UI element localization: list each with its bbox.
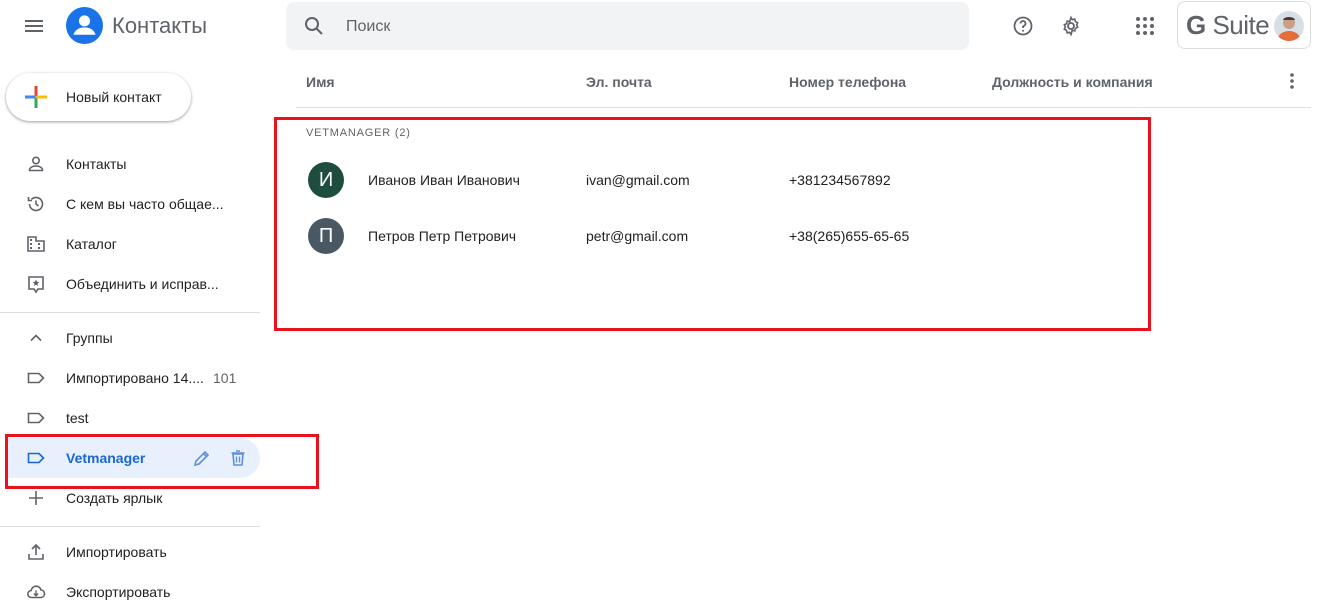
settings-gear-icon[interactable]	[1059, 14, 1083, 38]
sidebar-item-frequent[interactable]: С кем вы часто общае...	[0, 184, 260, 224]
contacts-logo-icon	[66, 7, 103, 44]
sidebar-label-name: Vetmanager	[66, 450, 146, 466]
contact-avatar: П	[308, 218, 344, 254]
sidebar-label-name: test	[66, 410, 89, 426]
label-icon	[27, 412, 45, 424]
column-header-name[interactable]: Имя	[306, 74, 335, 90]
column-header-phone[interactable]: Номер телефона	[789, 74, 906, 90]
sidebar-label-test[interactable]: test	[0, 398, 260, 438]
create-label-button[interactable]: Создать ярлык	[0, 478, 260, 518]
contact-email: petr@gmail.com	[586, 228, 689, 244]
directory-icon	[27, 236, 45, 252]
contact-row[interactable]: И Иванов Иван Иванович ivan@gmail.com +3…	[296, 152, 1156, 208]
header-divider	[296, 107, 1311, 108]
label-icon	[27, 452, 45, 464]
search-input[interactable]	[344, 2, 948, 52]
help-icon[interactable]	[1011, 14, 1035, 38]
user-avatar[interactable]	[1274, 11, 1304, 41]
colored-plus-icon	[25, 86, 47, 108]
more-vert-icon[interactable]	[1282, 71, 1302, 91]
apps-grid-icon[interactable]	[1133, 14, 1157, 38]
gsuite-logo: G Suite	[1186, 10, 1270, 40]
contact-phone: +38(265)655-65-65	[789, 228, 910, 244]
contact-avatar: И	[308, 162, 344, 198]
cloud-download-icon	[27, 585, 46, 599]
gsuite-account-button[interactable]: G Suite	[1177, 1, 1311, 49]
sidebar-divider	[0, 526, 260, 527]
sidebar-item-label: Экспортировать	[66, 584, 171, 600]
contact-name: Иванов Иван Иванович	[368, 172, 520, 188]
merge-fix-icon	[28, 276, 44, 294]
app-title: Контакты	[112, 13, 208, 38]
group-section-label: VETMANAGER (2)	[306, 127, 411, 139]
groups-header-toggle[interactable]: Группы	[0, 318, 260, 358]
sidebar-item-label: Контакты	[66, 156, 127, 172]
sidebar-label-count: 101	[213, 370, 237, 386]
contact-row[interactable]: П Петров Петр Петрович petr@gmail.com +3…	[296, 208, 1156, 264]
groups-header-label: Группы	[66, 330, 113, 346]
column-header-email[interactable]: Эл. почта	[586, 74, 652, 90]
sidebar-item-merge-fix[interactable]: Объединить и исправ...	[0, 264, 260, 304]
chevron-up-icon	[30, 334, 42, 342]
sidebar-item-contacts[interactable]: Контакты	[0, 144, 260, 184]
sidebar-divider	[0, 312, 260, 313]
person-icon	[28, 156, 44, 172]
sidebar-item-label: Объединить и исправ...	[66, 276, 219, 292]
sidebar-item-import[interactable]: Импортировать	[0, 532, 260, 572]
sidebar-item-export[interactable]: Экспортировать	[0, 572, 260, 612]
search-bar[interactable]	[286, 2, 969, 52]
label-icon	[27, 372, 45, 384]
search-icon[interactable]	[302, 14, 326, 38]
sidebar-label-vetmanager[interactable]: Vetmanager	[6, 438, 260, 478]
sidebar-label-imported[interactable]: Импортировано 14.... 101	[0, 358, 260, 398]
upload-icon	[28, 543, 44, 560]
sidebar-item-label: Импортировать	[66, 544, 167, 560]
contact-name: Петров Петр Петрович	[368, 228, 517, 244]
delete-trash-icon[interactable]	[228, 448, 248, 468]
sidebar-item-label: Каталог	[66, 236, 117, 252]
plus-icon	[29, 491, 43, 505]
create-label-text: Создать ярлык	[66, 490, 163, 506]
contact-email: ivan@gmail.com	[586, 172, 690, 188]
sidebar-label-name: Импортировано 14....	[66, 370, 204, 386]
sidebar-item-directory[interactable]: Каталог	[0, 224, 260, 264]
contact-phone: +381234567892	[789, 172, 891, 188]
history-icon	[27, 196, 44, 212]
new-contact-button[interactable]: Новый контакт	[6, 73, 191, 121]
edit-pencil-icon[interactable]	[192, 448, 212, 468]
column-header-job[interactable]: Должность и компания	[992, 74, 1153, 90]
new-contact-label: Новый контакт	[66, 89, 162, 105]
sidebar-item-label: С кем вы часто общае...	[66, 196, 224, 212]
main-menu-icon[interactable]	[22, 14, 46, 38]
